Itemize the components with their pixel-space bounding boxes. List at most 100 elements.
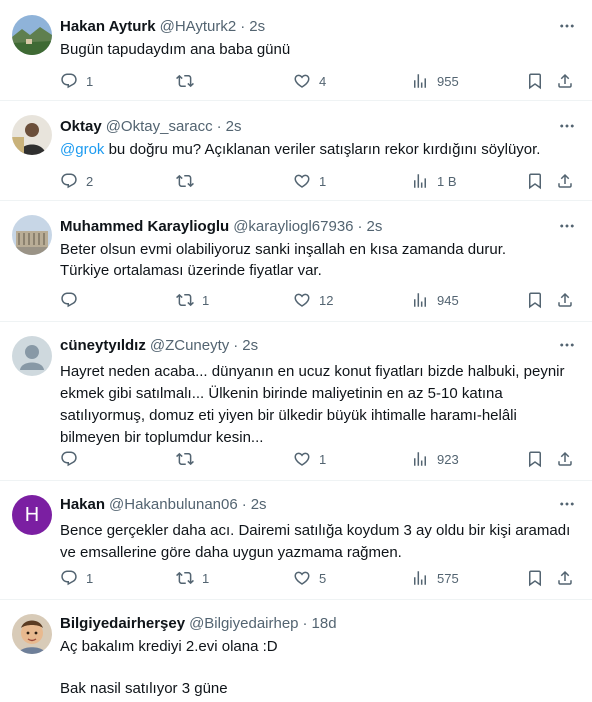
tweet[interactable]: Oktay @Oktay_saracc · 2s @grok bu doğru …	[0, 101, 592, 201]
retweet-button[interactable]: 1	[176, 569, 209, 587]
author-handle[interactable]: @ZCuneyty	[150, 337, 229, 354]
like-button[interactable]: 4	[293, 72, 326, 90]
timestamp[interactable]: 2s	[367, 218, 383, 235]
like-button[interactable]: 1	[293, 172, 326, 190]
reply-count: 1	[86, 73, 94, 89]
separator-dot: ·	[241, 495, 247, 513]
tweet-body: Hakan Ayturk @HAyturk2 · 2s Bugün tapuda…	[60, 15, 580, 60]
tweet-header: Muhammed Karaylioglu @karayliogl67936 · …	[60, 215, 580, 237]
author-name[interactable]: Bilgiyedairherşey	[60, 615, 185, 632]
reply-button[interactable]	[60, 291, 86, 309]
author-name[interactable]: Muhammed Karaylioglu	[60, 218, 229, 235]
retweet-button[interactable]: 1	[176, 291, 209, 309]
more-icon[interactable]	[556, 15, 578, 37]
avatar[interactable]	[12, 115, 52, 155]
share-button[interactable]	[556, 569, 574, 587]
timestamp[interactable]: 18d	[312, 615, 337, 632]
author-handle[interactable]: @HAyturk2	[160, 18, 237, 35]
reply-button[interactable]	[60, 450, 86, 468]
timeline-feed: Hakan Ayturk @HAyturk2 · 2s Bugün tapuda…	[0, 0, 592, 702]
tweet[interactable]: Hakan Ayturk @HAyturk2 · 2s Bugün tapuda…	[0, 0, 592, 101]
avatar[interactable]	[12, 336, 52, 376]
views-button[interactable]: 923	[411, 450, 459, 468]
retweet-button[interactable]	[176, 72, 202, 90]
reply-icon	[60, 72, 78, 90]
tweet[interactable]: H Hakan @Hakanbulunan06 · 2s Bence gerçe…	[0, 481, 592, 600]
share-button[interactable]	[556, 172, 574, 190]
avatar-letter: H	[24, 504, 40, 526]
like-button[interactable]: 5	[293, 569, 326, 587]
reply-icon	[60, 291, 78, 309]
reply-button[interactable]: 2	[60, 172, 93, 190]
share-button[interactable]	[556, 291, 574, 309]
like-icon	[293, 72, 311, 90]
more-icon[interactable]	[556, 493, 578, 515]
tweet-header: cüneytyıldız @ZCuneyty · 2s	[60, 334, 580, 356]
author-handle[interactable]: @Oktay_saracc	[106, 118, 213, 135]
timestamp[interactable]: 2s	[251, 496, 267, 513]
bookmark-button[interactable]	[526, 569, 544, 587]
more-icon[interactable]	[556, 334, 578, 356]
bookmark-button[interactable]	[526, 450, 544, 468]
mention-link[interactable]: @grok	[60, 141, 104, 158]
more-icon[interactable]	[556, 115, 578, 137]
bookmark-button[interactable]	[526, 172, 544, 190]
share-button[interactable]	[556, 72, 574, 90]
reply-count: 2	[86, 173, 94, 189]
tweet-text: Bugün tapudaydım ana baba günü	[60, 41, 291, 58]
bookmark-button[interactable]	[526, 72, 544, 90]
views-button[interactable]: 955	[411, 72, 459, 90]
share-button[interactable]	[556, 450, 574, 468]
views-count: 945	[437, 292, 459, 308]
author-handle[interactable]: @Hakanbulunan06	[109, 496, 238, 513]
avatar[interactable]: H	[12, 495, 52, 535]
author-name[interactable]: Hakan Ayturk	[60, 18, 156, 35]
retweet-icon	[176, 72, 194, 90]
tweet[interactable]: cüneytyıldız @ZCuneyty · 2s Hayret neden…	[0, 322, 592, 481]
tweet-body: Oktay @Oktay_saracc · 2s @grok bu doğru …	[60, 115, 580, 160]
views-button[interactable]: 575	[411, 569, 459, 587]
timestamp[interactable]: 2s	[249, 18, 265, 35]
author-name[interactable]: Oktay	[60, 118, 102, 135]
like-button[interactable]: 12	[293, 291, 333, 309]
default-avatar-image	[12, 336, 52, 376]
timestamp[interactable]: 2s	[242, 337, 258, 354]
bookmark-icon	[526, 569, 544, 587]
tweet-text: Bence gerçekler daha acı. Dairemi satılı…	[60, 522, 571, 561]
share-icon	[556, 450, 574, 468]
author-handle[interactable]: @Bilgiyedairhep	[189, 615, 298, 632]
landscape-avatar-image	[12, 15, 52, 55]
more-icon[interactable]	[556, 215, 578, 237]
bookmark-icon	[526, 172, 544, 190]
retweet-count: 1	[202, 292, 210, 308]
separator-dot: ·	[357, 217, 363, 235]
tweet-actions: 1 12 945	[60, 289, 580, 311]
author-name[interactable]: cüneytyıldız	[60, 337, 146, 354]
author-handle[interactable]: @karayliogl67936	[233, 218, 353, 235]
retweet-icon	[176, 450, 194, 468]
like-button[interactable]: 1	[293, 450, 326, 468]
author-name[interactable]: Hakan	[60, 496, 105, 513]
separator-dot: ·	[240, 17, 246, 35]
bookmark-button[interactable]	[526, 291, 544, 309]
monument-avatar-image	[12, 215, 52, 255]
reply-button[interactable]: 1	[60, 569, 93, 587]
views-button[interactable]: 1 B	[411, 172, 457, 190]
share-icon	[556, 172, 574, 190]
retweet-button[interactable]	[176, 172, 202, 190]
avatar[interactable]	[12, 215, 52, 255]
share-icon	[556, 291, 574, 309]
like-icon	[293, 569, 311, 587]
reply-button[interactable]: 1	[60, 72, 93, 90]
views-icon	[411, 72, 429, 90]
views-count: 955	[437, 73, 459, 89]
bookmark-icon	[526, 291, 544, 309]
timestamp[interactable]: 2s	[226, 118, 242, 135]
tweet[interactable]: Muhammed Karaylioglu @karayliogl67936 · …	[0, 201, 592, 322]
tweet-body: Muhammed Karaylioglu @karayliogl67936 · …	[60, 215, 580, 281]
retweet-button[interactable]	[176, 450, 202, 468]
avatar[interactable]	[12, 614, 52, 654]
views-button[interactable]: 945	[411, 291, 459, 309]
avatar[interactable]	[12, 15, 52, 55]
tweet[interactable]: Bilgiyedairherşey @Bilgiyedairhep · 18d …	[0, 600, 592, 702]
